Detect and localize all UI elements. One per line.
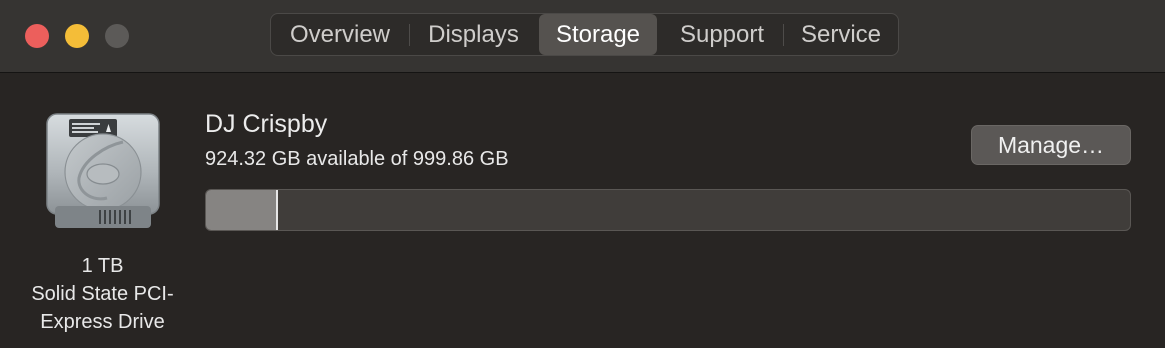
storage-availability: 924.32 GB available of 999.86 GB [205, 148, 509, 170]
tab-service[interactable]: Service [784, 14, 898, 55]
minimize-window-button[interactable] [65, 24, 89, 48]
manage-storage-button[interactable]: Manage… [971, 125, 1131, 165]
tab-overview[interactable]: Overview [271, 14, 409, 55]
close-window-button[interactable] [25, 24, 49, 48]
window-titlebar: Overview Displays Storage Support Servic… [0, 0, 1165, 73]
storage-used-segment [206, 190, 278, 230]
drive-name: DJ Crispby [205, 110, 328, 138]
tab-bar: Overview Displays Storage Support Servic… [270, 13, 899, 56]
drive-capacity: 1 TB [81, 255, 124, 277]
tab-storage[interactable]: Storage [539, 14, 657, 55]
storage-usage-bar [205, 189, 1131, 231]
tab-displays[interactable]: Displays [410, 14, 537, 55]
drive-type-line1: Solid State PCI- [31, 283, 174, 305]
internal-ssd-icon [45, 112, 161, 232]
tab-support[interactable]: Support [661, 14, 783, 55]
drive-type-line2: Express Drive [40, 311, 165, 333]
drive-caption: 1 TB Solid State PCI- Express Drive [0, 252, 205, 336]
zoom-window-button[interactable] [105, 24, 129, 48]
